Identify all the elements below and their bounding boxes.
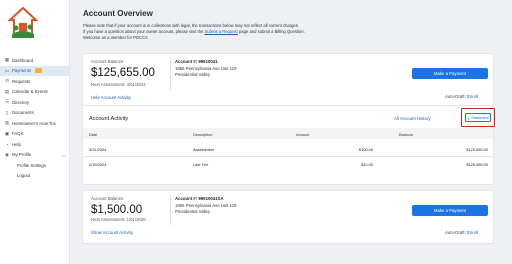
column-header-balance: Balance: [399, 131, 414, 137]
all-history-link[interactable]: All Account History: [394, 116, 431, 121]
divider: [170, 195, 171, 225]
make-payment-button[interactable]: Make a Payment: [412, 68, 488, 79]
column-header-description: Description: [193, 131, 213, 137]
auto-draft-label: Auto-Draft:: [445, 94, 466, 99]
home-logo-icon[interactable]: [8, 6, 38, 40]
sidebar-item-label: Homeowner's How Tos: [12, 120, 56, 126]
sidebar-item-label: Payments: [12, 68, 32, 74]
auto-draft-status: Auto-Draft: Enroll: [445, 230, 478, 235]
row-divider: [83, 156, 493, 157]
enroll-link[interactable]: Enroll: [467, 230, 478, 235]
notification-badge: [35, 68, 43, 74]
submit-request-link[interactable]: Submit a Request: [205, 29, 238, 34]
download-icon: ⤓: [467, 115, 470, 120]
sidebar-item-faqs[interactable]: ▣ FAQs: [0, 129, 70, 140]
balance-label: Account Balance:: [91, 59, 125, 64]
sidebar-item-payments[interactable]: ▭ Payments: [0, 65, 70, 76]
sidebar-item-label: FAQs: [12, 131, 23, 137]
sidebar-item-calendar[interactable]: ▤ Calendar & Events: [0, 87, 70, 98]
notice-text-part: If you have a question about your owner …: [83, 29, 205, 35]
sidebar-item-documents[interactable]: ▯ Documents: [0, 108, 70, 119]
table-cell-date: 2/15/2024: [89, 162, 107, 167]
hide-activity-link[interactable]: Hide Account Activity: [91, 95, 131, 100]
sidebar-subitem-logout[interactable]: Logout: [0, 171, 70, 182]
balance-amount: $1,500.00: [91, 204, 143, 216]
table-cell-date: 5/31/2024: [89, 147, 107, 152]
next-assessment: Next Assessment: 4/01/2024: [91, 82, 146, 87]
table-cell-amount: $10.00: [361, 162, 373, 167]
table-cell-description: Late Fee: [193, 162, 209, 167]
sidebar-item-how-tos[interactable]: ▥ Homeowner's How Tos: [0, 118, 70, 129]
request-icon: ⟲: [5, 78, 9, 84]
account-number: Account #: 99910041: [175, 59, 218, 64]
notice-text-part: page and submit a Billing Question.: [237, 29, 305, 35]
auto-draft-label: Auto-Draft:: [445, 230, 466, 235]
sidebar-item-label: Help: [12, 141, 21, 147]
user-icon: ◉: [4, 151, 9, 157]
column-header-amount: Amount: [296, 131, 310, 137]
main-content: Account Overview Please note that if you…: [70, 0, 512, 264]
sidebar-subitem-profile-settings[interactable]: Profile Settings: [0, 160, 70, 171]
divider: [83, 105, 493, 106]
account-card: Account Balance: $1,500.00 Next Assessme…: [82, 190, 494, 244]
sidebar-item-label: Documents: [12, 110, 34, 116]
sidebar-item-label: Directory: [12, 99, 30, 105]
notice-text: Please note that if your account is in c…: [83, 23, 433, 42]
statement-label: Statement: [471, 115, 489, 120]
statement-highlight: ⤓ Statement: [461, 108, 495, 127]
sidebar-item-label: My Profile: [12, 152, 32, 158]
account-address: 1955 Pennsylvania Ave Unit 119 President…: [175, 203, 236, 215]
sidebar-nav: ▦ Dashboard ▭ Payments ⟲ Requests ▤ Cale…: [0, 55, 70, 181]
sidebar-item-label: Calendar & Events: [12, 89, 48, 95]
document-icon: ▯: [5, 109, 9, 115]
table-cell-description: Assessment: [193, 147, 215, 152]
sidebar-item-requests[interactable]: ⟲ Requests: [0, 76, 70, 87]
column-header-date: Date: [89, 131, 98, 137]
card-icon: ▭: [4, 67, 10, 73]
balance-label: Account Balance:: [91, 196, 125, 201]
sidebar-item-my-profile[interactable]: ◉ My Profile ︿: [0, 150, 70, 161]
next-assessment: Next Assessment: 1/01/2026: [91, 217, 146, 222]
calendar-icon: ▤: [4, 88, 10, 94]
sidebar: ▦ Dashboard ▭ Payments ⟲ Requests ▤ Cale…: [0, 0, 70, 264]
activity-title: Account Activity: [89, 116, 129, 122]
address-line: Presidential Valley: [175, 72, 211, 77]
sidebar-item-label: Requests: [12, 78, 31, 84]
sidebar-item-label: Dashboard: [12, 57, 34, 63]
grid-icon: ▦: [4, 57, 10, 63]
sidebar-item-help[interactable]: ◔ Help: [0, 139, 70, 150]
account-card: Account Balance: $125,655.00 Next Assess…: [82, 53, 495, 185]
notice-line: Welcome as a member for PDCCA: [83, 35, 148, 41]
table-cell-balance: $125,555.00: [466, 162, 488, 167]
divider: [170, 58, 171, 90]
balance-amount: $125,655.00: [91, 67, 155, 79]
auto-draft-status: Auto-Draft: Enroll: [445, 94, 478, 99]
table-header: Date Description Amount Balance: [83, 128, 493, 139]
page-title: Account Overview: [83, 9, 153, 18]
help-icon: ◔: [5, 141, 9, 147]
book-icon: ▥: [4, 120, 10, 126]
directory-icon: ☰: [4, 99, 10, 105]
account-address: 1955 Pennsylvania Ave Unit 119 President…: [175, 66, 236, 78]
sidebar-item-directory[interactable]: ☰ Directory: [0, 97, 70, 108]
address-line: Presidential Valley: [175, 209, 211, 214]
chevron-up-icon: ︿: [62, 151, 66, 157]
make-payment-button[interactable]: Make a Payment: [412, 205, 488, 216]
show-activity-link[interactable]: Show Account Activity: [91, 230, 133, 235]
enroll-link[interactable]: Enroll: [467, 94, 478, 99]
faq-icon: ▣: [4, 130, 10, 136]
table-cell-balance: $125,655.00: [466, 147, 488, 152]
account-number: Account #: 99910041SA: [175, 196, 224, 201]
statement-button[interactable]: ⤓ Statement: [465, 113, 491, 122]
table-cell-amount: $100.00: [358, 147, 373, 152]
sidebar-item-dashboard[interactable]: ▦ Dashboard: [0, 55, 70, 66]
